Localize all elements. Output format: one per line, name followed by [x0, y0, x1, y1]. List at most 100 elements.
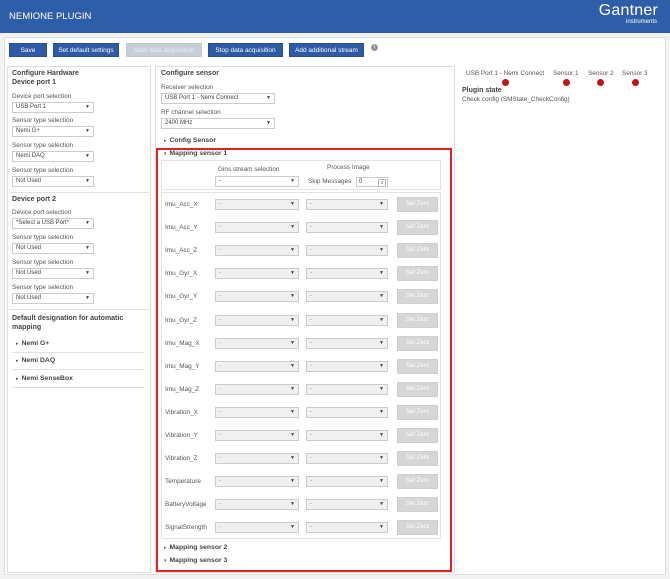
mapping-process-dropdown[interactable]: - ▼ — [306, 384, 388, 395]
dropdown-value: - — [219, 501, 221, 507]
port1-sensor3-dropdown[interactable]: Not Used ▼ — [12, 176, 94, 187]
config-sensor-label: Config Sensor — [169, 137, 216, 144]
mapping-process-dropdown[interactable]: - ▼ — [306, 522, 388, 533]
mapping-sensor-2-accordion[interactable]: ▸ Mapping sensor 2 — [164, 544, 227, 551]
caret-down-icon: ▼ — [85, 270, 90, 276]
set-zero-button[interactable]: Set Zero — [397, 520, 438, 535]
mapping-process-dropdown[interactable]: - ▼ — [306, 453, 388, 464]
mapping-process-dropdown[interactable]: - ▼ — [306, 476, 388, 487]
save-button[interactable]: Save — [9, 43, 47, 57]
caret-down-icon: ▼ — [290, 478, 295, 484]
mapping-stream-dropdown[interactable]: - ▼ — [215, 384, 299, 395]
set-zero-button[interactable]: Set Zero — [397, 359, 438, 374]
set-zero-button[interactable]: Set Zero — [397, 336, 438, 351]
mapping-process-dropdown[interactable]: - ▼ — [306, 222, 388, 233]
caret-down-icon: ▼ — [85, 295, 90, 301]
stop-acquisition-button[interactable]: Stop data acquisition — [208, 43, 283, 57]
set-zero-button[interactable]: Set Zero — [397, 405, 438, 420]
caret-down-icon: ▼ — [290, 224, 295, 230]
mapping-stream-dropdown[interactable]: - ▼ — [215, 361, 299, 372]
mapping-process-dropdown[interactable]: - ▼ — [306, 407, 388, 418]
info-icon[interactable]: i — [371, 44, 378, 51]
mapping-sensor-1-accordion[interactable]: ▾ Mapping sensor 1 — [164, 150, 227, 157]
set-zero-button[interactable]: Set Zero — [397, 313, 438, 328]
dropdown-value: - — [219, 340, 221, 346]
start-acquisition-button[interactable]: Start data acquisition — [126, 43, 202, 57]
port2-sensor1-dropdown[interactable]: Not Used ▼ — [12, 243, 94, 254]
mapping-stream-dropdown[interactable]: - ▼ — [215, 245, 299, 256]
set-zero-button[interactable]: Set Zero — [397, 497, 438, 512]
mapping-stream-dropdown[interactable]: - ▼ — [215, 499, 299, 510]
default-item-nemi-sensebox[interactable]: ▸ Nemi SenseBox — [16, 375, 73, 382]
mapping-stream-dropdown[interactable]: - ▼ — [215, 222, 299, 233]
mapping-stream-dropdown[interactable]: - ▼ — [215, 338, 299, 349]
set-zero-button[interactable]: Set Zero — [397, 266, 438, 281]
mapping-stream-dropdown[interactable]: - ▼ — [215, 430, 299, 441]
dropdown-value: - — [310, 270, 312, 276]
port1-selection-dropdown[interactable]: USB Port 1 ▼ — [12, 102, 94, 113]
port1-sensor2-dropdown[interactable]: Nemi DAQ ▼ — [12, 151, 94, 162]
stepper-value: 0 — [359, 179, 363, 185]
mapping-stream-dropdown[interactable]: - ▼ — [215, 522, 299, 533]
set-zero-button[interactable]: Set Zero — [397, 382, 438, 397]
mapping-stream-dropdown[interactable]: - ▼ — [215, 268, 299, 279]
set-zero-button[interactable]: Set Zero — [397, 289, 438, 304]
caret-down-icon: ▼ — [290, 201, 295, 207]
mapping-process-dropdown[interactable]: - ▼ — [306, 245, 388, 256]
caret-down-icon: ▼ — [379, 201, 384, 207]
dropdown-value: Not Used — [16, 295, 42, 301]
spinner-arrows-icon[interactable]: ⇕ — [378, 179, 386, 187]
device-port-1-title: Device port 1 — [12, 79, 56, 86]
set-zero-button[interactable]: Set Zero — [397, 243, 438, 258]
plugin-state-value: Check config (SMState_CheckConfig) — [462, 96, 570, 103]
default-item-nemi-g-plus[interactable]: ▸ Nemi G+ — [16, 340, 49, 347]
mapping-row-label: Imu_Acc_Z — [165, 247, 198, 254]
mapping-stream-dropdown[interactable]: - ▼ — [215, 199, 299, 210]
skip-messages-stepper[interactable]: 0 ⇕ — [356, 177, 388, 187]
add-stream-button[interactable]: Add additional stream — [289, 43, 364, 57]
mapping-process-dropdown[interactable]: - ▼ — [306, 199, 388, 210]
caret-down-icon: ▼ — [290, 409, 295, 415]
mapping-process-dropdown[interactable]: - ▼ — [306, 315, 388, 326]
rf-channel-label: RF channel selection — [161, 109, 221, 116]
mapping-process-dropdown[interactable]: - ▼ — [306, 361, 388, 372]
mapping-stream-dropdown[interactable]: - ▼ — [215, 453, 299, 464]
mapping-stream-dropdown[interactable]: - ▼ — [215, 315, 299, 326]
port1-sensor1-dropdown[interactable]: Nemi G+ ▼ — [12, 126, 94, 137]
mapping-stream-dropdown[interactable]: - ▼ — [215, 291, 299, 302]
caret-down-icon: ▼ — [85, 178, 90, 184]
stream-selection-dropdown[interactable]: - ▼ — [215, 176, 299, 187]
mapping-process-dropdown[interactable]: - ▼ — [306, 291, 388, 302]
receiver-dropdown[interactable]: USB Port 1 - Nemi Connect ▼ — [161, 93, 275, 104]
set-zero-button[interactable]: Set Zero — [397, 451, 438, 466]
set-default-settings-button[interactable]: Set default settings — [53, 43, 119, 57]
set-zero-button[interactable]: Set Zero — [397, 220, 438, 235]
set-zero-button[interactable]: Set Zero — [397, 474, 438, 489]
port2-sensor2-dropdown[interactable]: Not Used ▼ — [12, 268, 94, 279]
app-header — [0, 0, 670, 33]
mapping-process-dropdown[interactable]: - ▼ — [306, 338, 388, 349]
mapping-row-label: BatteryVoltage — [165, 501, 207, 508]
chevron-right-icon: ▸ — [164, 138, 167, 144]
dropdown-value: *Select a USB Port* — [16, 220, 70, 226]
caret-down-icon: ▼ — [290, 178, 295, 184]
mapping-process-dropdown[interactable]: - ▼ — [306, 430, 388, 441]
rf-channel-dropdown[interactable]: 2400 MHz ▼ — [161, 118, 275, 129]
set-zero-button[interactable]: Set Zero — [397, 197, 438, 212]
caret-down-icon: ▼ — [290, 524, 295, 530]
mapping-process-dropdown[interactable]: - ▼ — [306, 268, 388, 279]
mapping-stream-dropdown[interactable]: - ▼ — [215, 476, 299, 487]
mapping-process-dropdown[interactable]: - ▼ — [306, 499, 388, 510]
caret-down-icon: ▼ — [290, 432, 295, 438]
default-item-nemi-daq[interactable]: ▸ Nemi DAQ — [16, 357, 55, 364]
skip-messages-label: Skip Messages — [308, 178, 352, 185]
dropdown-value: - — [219, 178, 221, 184]
caret-down-icon: ▼ — [379, 386, 384, 392]
set-zero-button[interactable]: Set Zero — [397, 428, 438, 443]
config-sensor-accordion[interactable]: ▸ Config Sensor — [164, 137, 216, 144]
mapping-stream-dropdown[interactable]: - ▼ — [215, 407, 299, 418]
mapping-sensor-3-accordion[interactable]: ▾ Mapping sensor 3 — [164, 557, 227, 564]
caret-down-icon: ▼ — [379, 340, 384, 346]
port2-sensor3-dropdown[interactable]: Not Used ▼ — [12, 293, 94, 304]
port2-selection-dropdown[interactable]: *Select a USB Port* ▼ — [12, 218, 94, 229]
